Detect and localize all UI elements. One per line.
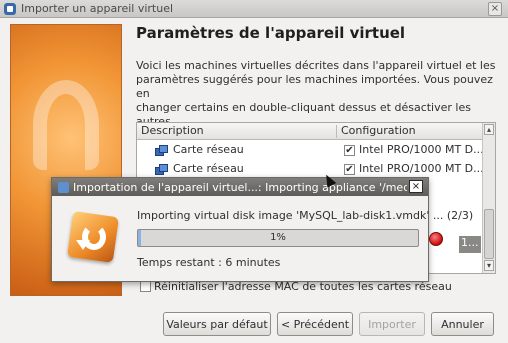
row-configuration[interactable]: Intel PRO/1000 MT D... bbox=[359, 143, 484, 156]
cancel-button[interactable]: Annuler bbox=[431, 312, 494, 336]
selected-row-fragment: 1... bbox=[459, 236, 481, 253]
import-status-text: Importing virtual disk image 'MySQL_lab-… bbox=[137, 209, 474, 222]
page-title: Paramètres de l'appareil virtuel bbox=[136, 24, 406, 42]
table-row[interactable]: Carte réseau ✔ Intel PRO/1000 MT D... bbox=[137, 142, 484, 159]
window-title: Importer un appareil virtuel bbox=[21, 2, 174, 15]
table-header: Description Configuration bbox=[137, 123, 483, 140]
dialog-close-button[interactable]: × bbox=[409, 180, 423, 193]
time-remaining-text: Temps restant : 6 minutes bbox=[137, 256, 281, 269]
reset-mac-option[interactable]: Réinitialiser l'adresse MAC de toutes le… bbox=[138, 280, 498, 294]
virtualbox-icon bbox=[58, 181, 69, 193]
import-icon-arrowhead bbox=[76, 240, 90, 250]
column-header-configuration[interactable]: Configuration bbox=[341, 124, 416, 137]
dialog-title: Importation de l'appareil virtuel...: Im… bbox=[73, 180, 407, 194]
row-description: Carte réseau bbox=[173, 162, 244, 175]
import-progress-dialog: Importation de l'appareil virtuel...: Im… bbox=[51, 177, 473, 282]
row-configuration[interactable]: Intel PRO/1000 MT D... bbox=[359, 162, 484, 175]
row-description: Carte réseau bbox=[173, 143, 244, 156]
window-close-button[interactable]: × bbox=[488, 2, 502, 16]
network-card-icon bbox=[155, 164, 168, 175]
network-card-icon bbox=[155, 145, 168, 156]
column-header-description[interactable]: Description bbox=[141, 124, 204, 137]
virtualbox-icon bbox=[4, 2, 16, 15]
window-titlebar: Importer un appareil virtuel × bbox=[0, 0, 508, 18]
table-row[interactable]: Carte réseau ✔ Intel PRO/1000 MT D... bbox=[137, 161, 484, 178]
restore-defaults-button[interactable]: Valeurs par défaut bbox=[163, 312, 271, 336]
scroll-up-arrow-icon[interactable]: ▴ bbox=[484, 124, 494, 135]
back-button[interactable]: < Précédent bbox=[277, 312, 353, 336]
import-button[interactable]: Importer bbox=[359, 312, 425, 336]
reset-mac-checkbox[interactable] bbox=[140, 281, 151, 292]
cancel-import-stop-icon[interactable] bbox=[429, 232, 443, 246]
table-scrollbar[interactable]: ▴ ▾ bbox=[482, 123, 495, 273]
dialog-titlebar: Importation de l'appareil virtuel...: Im… bbox=[52, 178, 428, 196]
row-checkbox[interactable]: ✔ bbox=[344, 164, 355, 175]
import-appliance-icon bbox=[62, 204, 124, 266]
import-progress-bar: 1% bbox=[137, 229, 419, 247]
row-checkbox[interactable]: ✔ bbox=[344, 145, 355, 156]
scrollbar-thumb[interactable] bbox=[484, 209, 494, 259]
scroll-down-arrow-icon[interactable]: ▾ bbox=[484, 260, 494, 271]
wizard-banner-arc bbox=[33, 80, 99, 170]
column-divider bbox=[336, 125, 337, 138]
progress-percent: 1% bbox=[270, 232, 286, 243]
